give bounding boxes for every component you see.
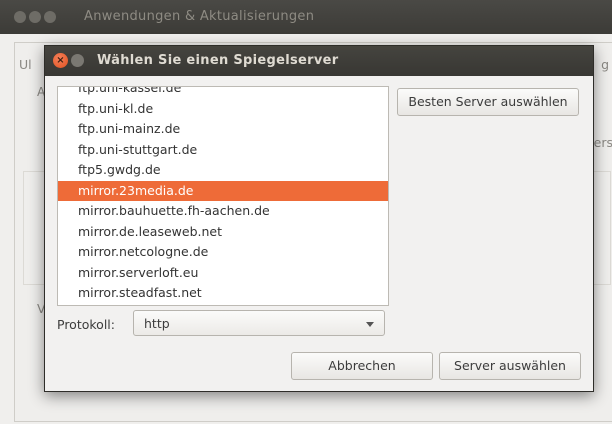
window-controls: [14, 11, 59, 27]
server-list-item[interactable]: mirror.serverloft.eu: [58, 263, 388, 284]
server-list-item[interactable]: ftp5.gwdg.de: [58, 160, 388, 181]
server-list-item[interactable]: ftp.uni-kl.de: [58, 99, 388, 120]
minimize-window-icon[interactable]: [29, 11, 41, 23]
close-window-icon[interactable]: [14, 11, 26, 23]
server-list-item[interactable]: mirror.23media.de: [58, 180, 388, 201]
protocol-value: http: [144, 316, 170, 331]
select-server-button[interactable]: Server auswählen: [439, 352, 581, 380]
server-list-item[interactable]: mirror.bauhuette.fh-aachen.de: [58, 201, 388, 222]
protocol-select[interactable]: http: [133, 310, 385, 336]
server-list-item[interactable]: mirror.steadfast.net: [58, 283, 388, 304]
server-list-item[interactable]: mirror.de.leaseweb.net: [58, 222, 388, 243]
background-window-titlebar: Anwendungen & Aktualisierungen: [0, 0, 612, 34]
close-icon[interactable]: ×: [53, 53, 68, 68]
chevron-down-icon: [366, 322, 374, 327]
background-tab-fragment[interactable]: Ul: [19, 57, 32, 72]
server-list-item[interactable]: ftp.uni-mainz.de: [58, 119, 388, 140]
background-tab-fragment-right[interactable]: g: [601, 57, 609, 72]
background-right-fragment: ers: [593, 135, 612, 150]
maximize-window-icon[interactable]: [44, 11, 56, 23]
server-list-item[interactable]: mirror.netcologne.de: [58, 242, 388, 263]
mirror-server-dialog: × Wählen Sie einen Spiegelserver ftp.uni…: [44, 45, 594, 392]
minimize-icon[interactable]: [71, 54, 84, 67]
best-server-button[interactable]: Besten Server auswählen: [397, 88, 579, 116]
dialog-titlebar: × Wählen Sie einen Spiegelserver: [45, 46, 593, 76]
server-list-item[interactable]: ftp.uni-kassel.de: [58, 87, 388, 99]
server-list-item[interactable]: ftp.uni-stuttgart.de: [58, 140, 388, 161]
server-list[interactable]: ftp.uni-kassel.de ftp.uni-kl.de ftp.uni-ma…: [57, 86, 389, 306]
protocol-label: Protokoll:: [57, 317, 115, 332]
background-window-title: Anwendungen & Aktualisierungen: [84, 9, 315, 24]
cancel-button[interactable]: Abbrechen: [291, 352, 433, 380]
dialog-title: Wählen Sie einen Spiegelserver: [97, 53, 339, 68]
server-list-inner: ftp.uni-kassel.de ftp.uni-kl.de ftp.uni-ma…: [58, 87, 388, 304]
